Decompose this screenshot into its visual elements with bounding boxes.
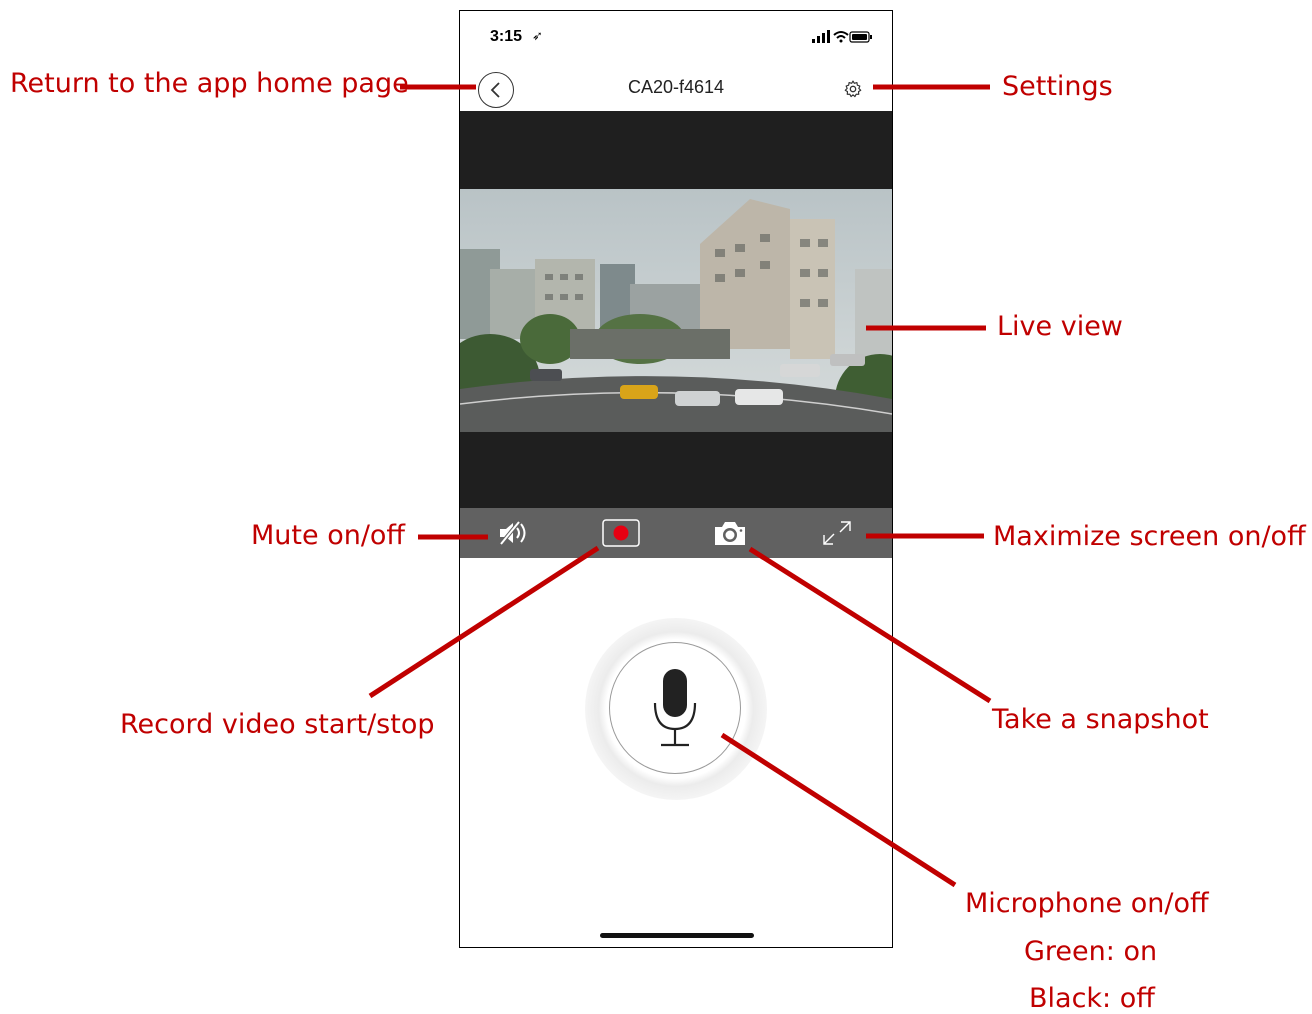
annotation-mic-black: Black: off [1029, 983, 1155, 1014]
maximize-button[interactable] [812, 508, 862, 558]
speaker-mute-icon [499, 520, 526, 546]
record-button[interactable] [596, 508, 646, 558]
settings-button[interactable] [843, 79, 863, 104]
annotation-maximize: Maximize screen on/off [993, 521, 1306, 552]
annotation-microphone: Microphone on/off [965, 888, 1209, 919]
microphone-button[interactable] [609, 642, 741, 774]
gear-icon [844, 80, 862, 98]
record-icon [602, 519, 640, 547]
annotation-record: Record video start/stop [120, 709, 435, 740]
camera-icon [715, 522, 745, 545]
home-indicator[interactable] [600, 933, 754, 938]
annotation-live-view: Live view [997, 311, 1123, 342]
video-area [460, 111, 892, 508]
battery-icon [849, 31, 872, 43]
control-bar [460, 508, 892, 558]
system-icons [812, 30, 872, 49]
annotation-mute: Mute on/off [251, 520, 406, 551]
location-arrow-icon: ➶ [532, 28, 543, 43]
nav-bar: CA20-f4614 [460, 63, 892, 111]
expand-icon [823, 521, 851, 545]
wifi-icon [833, 31, 849, 43]
mute-button[interactable] [486, 508, 544, 558]
microphone-icon [653, 669, 697, 747]
annotation-back: Return to the app home page [10, 68, 409, 99]
talk-area [585, 618, 767, 800]
page-title: CA20-f4614 [627, 77, 725, 97]
signal-bars-icon [812, 30, 830, 43]
phone-screen: 3:15 ➶ CA20-f4614 [459, 10, 893, 948]
status-time: 3:15 [490, 28, 523, 45]
snapshot-button[interactable] [705, 508, 755, 558]
live-view[interactable] [460, 189, 892, 432]
annotation-snapshot: Take a snapshot [992, 704, 1209, 735]
annotation-settings: Settings [1002, 71, 1113, 102]
status-bar: 3:15 ➶ [460, 11, 892, 63]
annotation-mic-green: Green: on [1024, 936, 1158, 967]
